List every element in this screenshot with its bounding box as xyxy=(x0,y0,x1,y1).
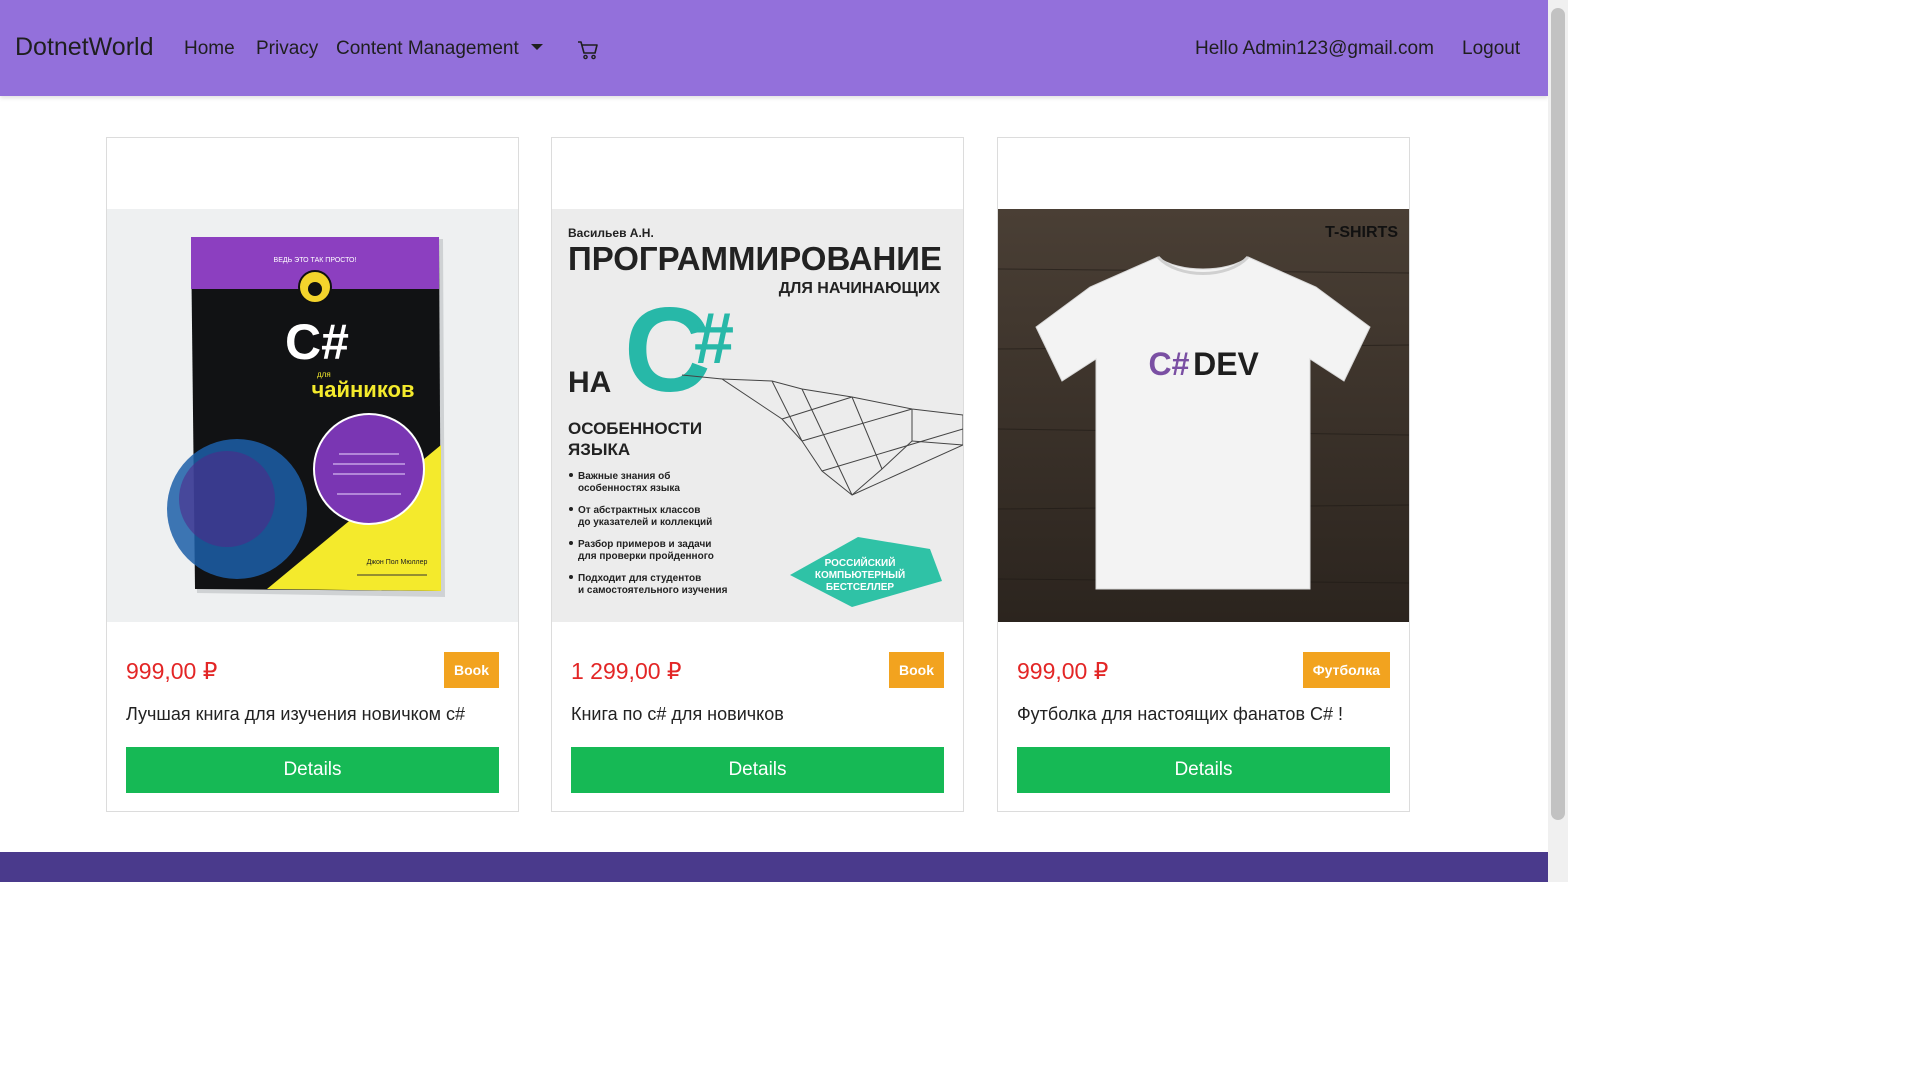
book-cover-headline: ПРОГРАММИРОВАНИЕ xyxy=(568,240,942,277)
category-badge: Футболка xyxy=(1302,652,1390,688)
book-cover-sharp: # xyxy=(694,299,734,379)
nav-content-management-dropdown[interactable]: Content Management xyxy=(336,38,543,60)
book-cover-brand: чайников xyxy=(311,377,414,402)
bullet-line: Важные знания об xyxy=(578,470,670,482)
book-cover-subtitle: ДЛЯ НАЧИНАЮЩИХ xyxy=(779,280,941,297)
chevron-down-icon xyxy=(530,44,543,50)
bullet-line: для проверки пройденного xyxy=(578,551,714,562)
book-cover-title: C# xyxy=(285,314,349,370)
product-title: Футболка для настоящих фанатов C# ! xyxy=(1017,704,1344,724)
product-image[interactable]: T-SHIRTS C# DEV xyxy=(998,209,1409,622)
category-badge: Book xyxy=(889,652,944,688)
product-card: ВЕДЬ ЭТО ТАК ПРОСТО! C# для чайников Джо… xyxy=(106,137,519,812)
bullet-line: и самостоятельного изучения xyxy=(578,585,728,596)
details-button[interactable]: Details xyxy=(1017,747,1390,793)
scrollbar-thumb[interactable] xyxy=(1551,8,1565,820)
product-price: 999,00 ₽ xyxy=(1017,658,1109,684)
nav-content-management-label: Content Management xyxy=(336,38,519,59)
product-title: Книга по c# для новичков xyxy=(571,704,784,724)
stamp-line: БЕСТСЕЛЛЕР xyxy=(826,582,895,593)
stamp-line: РОССИЙСКИЙ xyxy=(825,556,896,569)
bullet-line: Разбор примеров и задачи xyxy=(578,538,711,550)
product-title: Лучшая книга для изучения новичком c# xyxy=(126,704,466,724)
book-cover-section-2: ЯЗЫКА xyxy=(568,440,630,459)
brand-logo-text: T-SHIRTS xyxy=(1325,224,1398,241)
shirt-print-dev: DEV xyxy=(1193,346,1259,382)
book-top-text: ВЕДЬ ЭТО ТАК ПРОСТО! xyxy=(274,257,357,264)
category-badge: Book xyxy=(444,652,499,688)
book-cover-na: НА xyxy=(568,366,611,399)
product-price: 1 299,00 ₽ xyxy=(571,658,682,684)
nav-home[interactable]: Home xyxy=(184,38,235,60)
user-greeting-link[interactable]: Hello Admin123@gmail.com xyxy=(1195,38,1434,60)
shirt-print-csharp: C# xyxy=(1149,346,1190,382)
bullet-line: до указателей и коллекций xyxy=(578,517,712,528)
details-button[interactable]: Details xyxy=(571,747,944,793)
top-navbar: DotnetWorld Home Privacy Content Managem… xyxy=(0,0,1548,96)
book-cover-author: Васильев А.Н. xyxy=(568,226,654,240)
details-button[interactable]: Details xyxy=(126,747,499,793)
shopping-cart-icon[interactable] xyxy=(577,39,599,61)
product-price: 999,00 ₽ xyxy=(126,658,218,684)
product-image[interactable]: ВЕДЬ ЭТО ТАК ПРОСТО! C# для чайников Джо… xyxy=(107,209,518,622)
stamp-line: КОМПЬЮТЕРНЫЙ xyxy=(815,568,905,581)
brand-link[interactable]: DotnetWorld xyxy=(15,33,154,62)
footer-bar xyxy=(0,852,1548,882)
bullet-line: От абстрактных классов xyxy=(578,504,700,516)
product-card: T-SHIRTS C# DEV 999,00 ₽ Футболка Футбол… xyxy=(997,137,1410,812)
nav-privacy[interactable]: Privacy xyxy=(256,38,318,60)
book-cover-author: Джон Пол Мюллер xyxy=(367,559,428,566)
bullet-line: Подходит для студентов xyxy=(578,573,701,584)
product-card: Васильев А.Н. ПРОГРАММИРОВАНИЕ ДЛЯ НАЧИН… xyxy=(551,137,964,812)
book-cover-section: ОСОБЕННОСТИ xyxy=(568,419,702,438)
logout-link[interactable]: Logout xyxy=(1462,38,1520,60)
product-image[interactable]: Васильев А.Н. ПРОГРАММИРОВАНИЕ ДЛЯ НАЧИН… xyxy=(552,209,963,622)
vertical-scrollbar[interactable] xyxy=(1548,0,1568,882)
bullet-line: особенностях языка xyxy=(578,482,680,494)
